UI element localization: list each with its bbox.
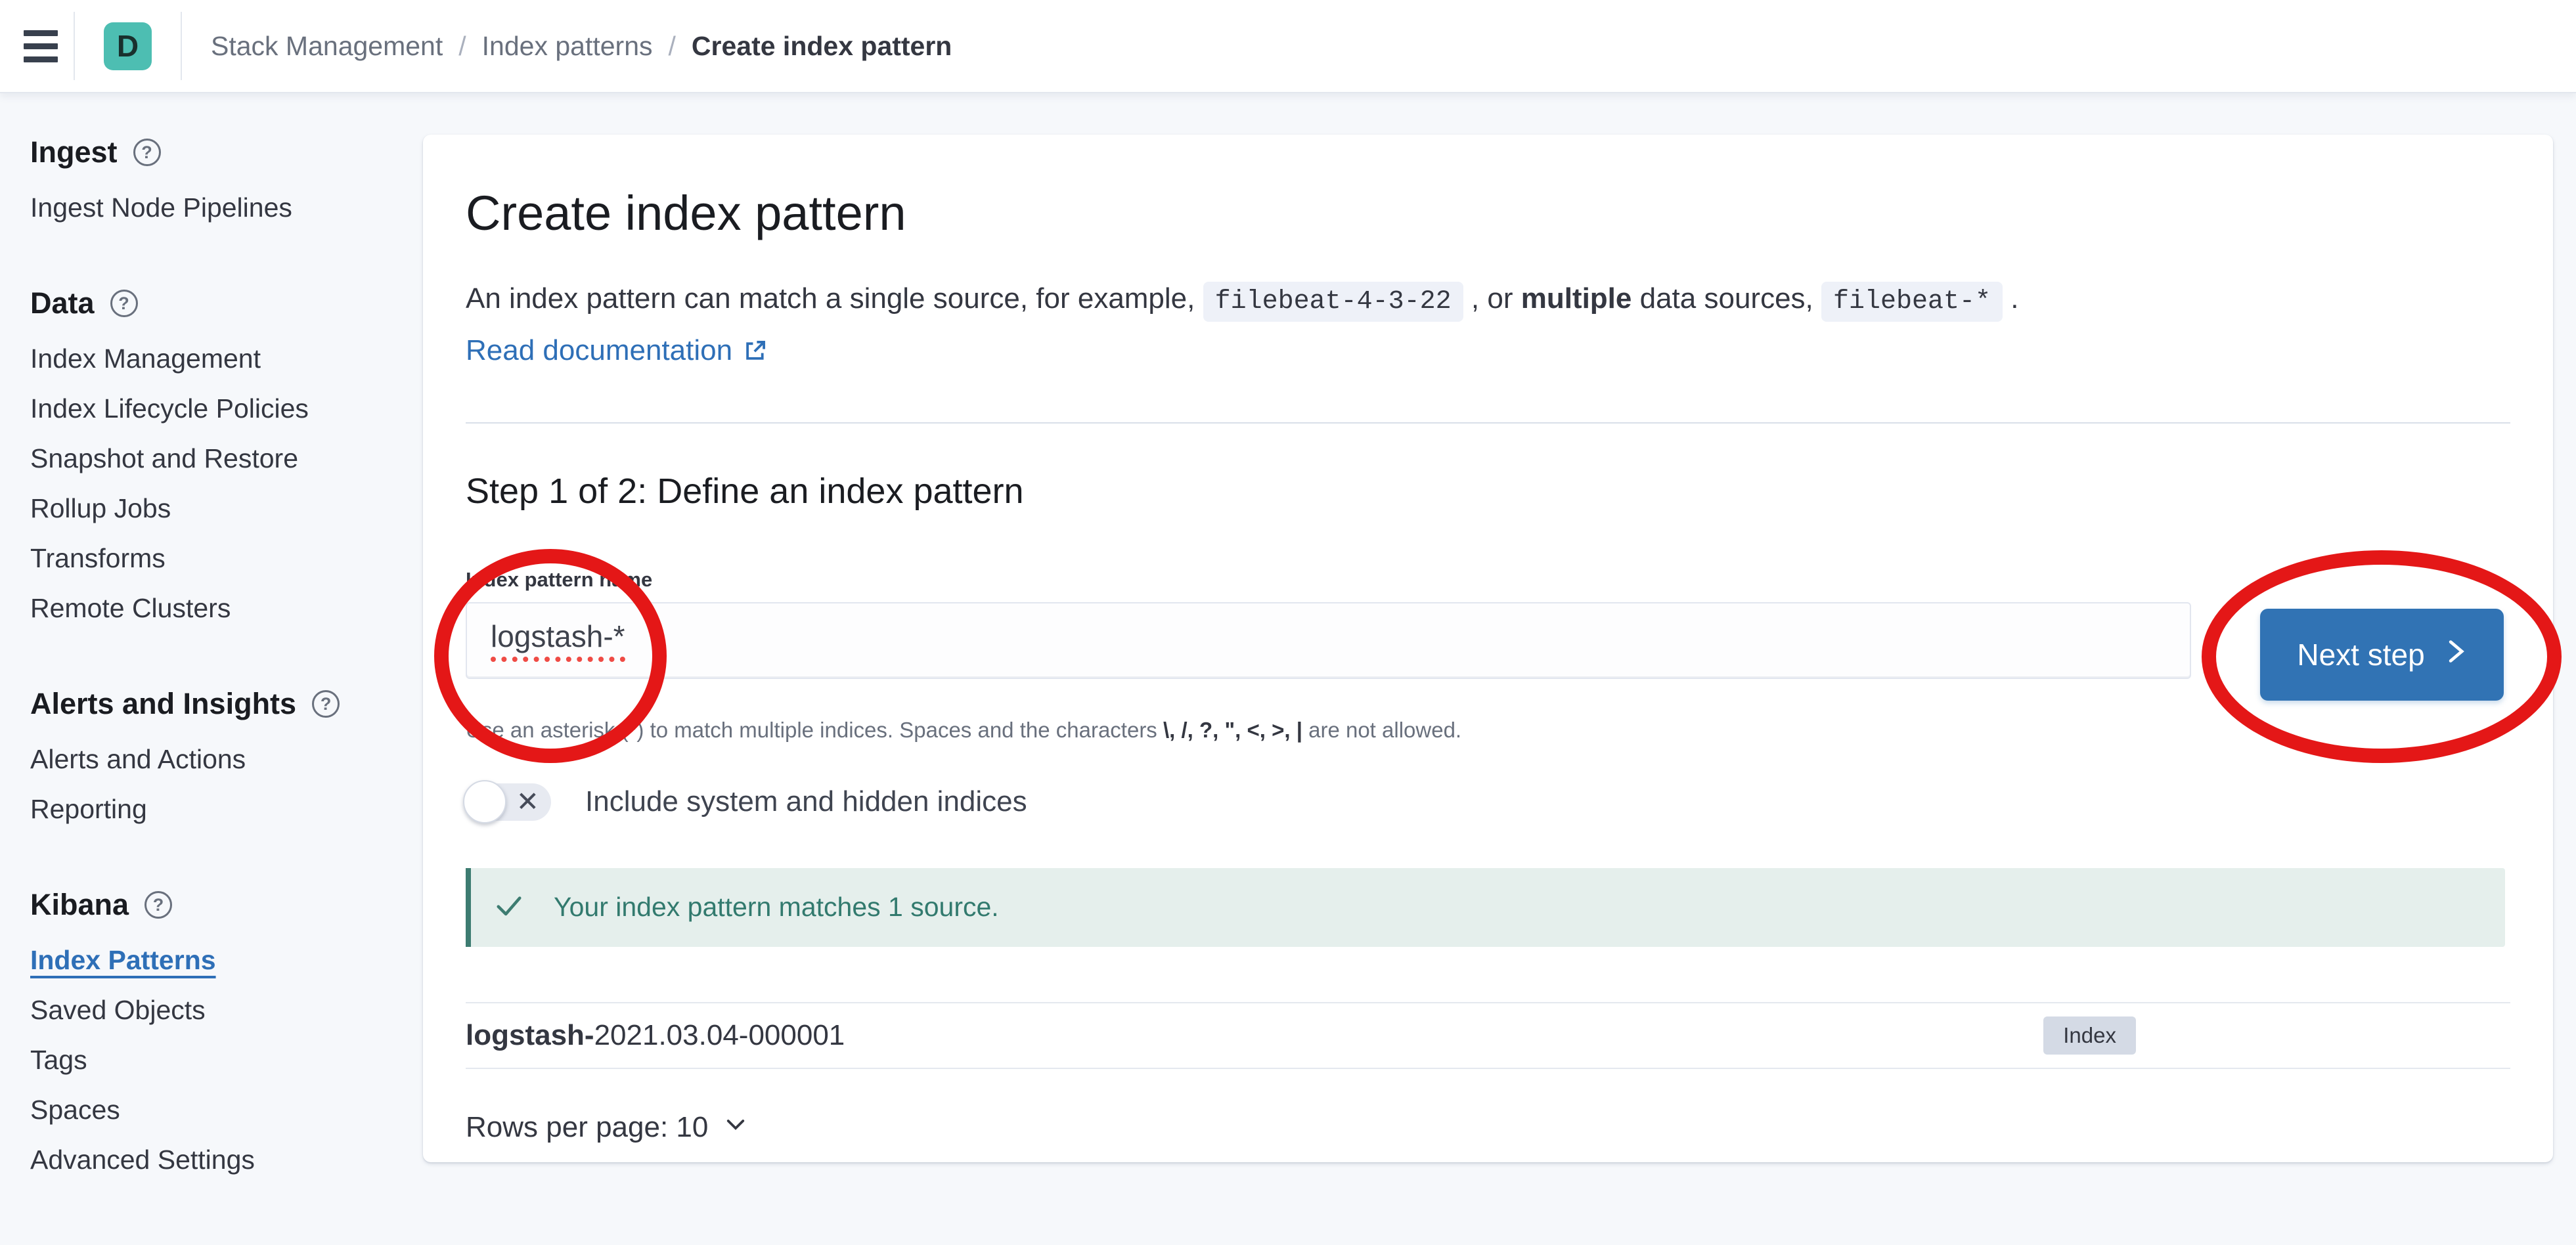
read-documentation-link[interactable]: Read documentation — [466, 334, 768, 367]
breadcrumb-create-index-pattern: Create index pattern — [692, 31, 952, 62]
index-name-suffix: 2021.03.04-000001 — [594, 1019, 845, 1051]
index-pattern-input[interactable]: logstash-* — [466, 602, 2191, 679]
read-documentation-label: Read documentation — [466, 334, 732, 367]
header-divider — [74, 12, 75, 80]
chevron-right-icon — [2445, 637, 2467, 672]
index-pattern-form-row: logstash-* Next step — [466, 602, 2510, 701]
include-hidden-indices-row: ✕ Include system and hidden indices — [466, 783, 2510, 821]
section-divider — [466, 422, 2510, 424]
success-callout: Your index pattern matches 1 source. — [466, 868, 2505, 947]
toggle-knob — [463, 780, 506, 823]
rows-per-page-control[interactable]: Rows per page: 10 — [466, 1111, 749, 1145]
include-hidden-indices-label: Include system and hidden indices — [585, 785, 1027, 818]
index-name-cell: logstash-2021.03.04-000001 — [466, 1019, 2043, 1052]
intro-text: . — [2003, 282, 2018, 315]
toggle-off-x-icon: ✕ — [516, 788, 539, 816]
sidebar-section-alerts-insights: Alerts and Insights ? Alerts and Actions… — [30, 687, 407, 825]
help-text-part: are not allowed. — [1302, 718, 1461, 742]
chevron-down-icon — [722, 1111, 749, 1145]
sidebar-heading-kibana: Kibana — [30, 888, 129, 922]
index-name-prefix: logstash- — [466, 1019, 594, 1051]
step-heading: Step 1 of 2: Define an index pattern — [466, 471, 2510, 512]
breadcrumb: Stack Management / Index patterns / Crea… — [211, 31, 952, 62]
sidebar-item-index-patterns[interactable]: Index Patterns — [30, 944, 407, 976]
sidebar-heading-alerts-and-insights: Alerts and Insights — [30, 687, 296, 721]
intro-text: data sources, — [1632, 282, 1821, 315]
index-pattern-input-value: logstash-* — [491, 619, 625, 662]
sidebar-item-index-management[interactable]: Index Management — [30, 343, 407, 374]
sidebar-section-data: Data ? Index Management Index Lifecycle … — [30, 286, 407, 624]
next-step-button[interactable]: Next step — [2260, 609, 2504, 701]
sidebar-item-tags[interactable]: Tags — [30, 1044, 407, 1076]
sidebar-heading-data: Data — [30, 286, 95, 320]
help-text-part: Use an asterisk (*) to match multiple in… — [466, 718, 1163, 742]
sidebar-item-reporting[interactable]: Reporting — [30, 793, 407, 825]
help-icon[interactable]: ? — [312, 690, 340, 718]
sidebar-item-index-lifecycle-policies[interactable]: Index Lifecycle Policies — [30, 393, 407, 424]
table-row-divider — [466, 1068, 2510, 1069]
sidebar-item-saved-objects[interactable]: Saved Objects — [30, 994, 407, 1026]
sidebar-item-transforms[interactable]: Transforms — [30, 542, 407, 574]
breadcrumb-stack-management[interactable]: Stack Management — [211, 31, 443, 62]
index-pattern-name-label: Index pattern name — [466, 568, 2510, 592]
breadcrumb-index-patterns[interactable]: Index patterns — [482, 31, 653, 62]
include-hidden-indices-toggle[interactable]: ✕ — [466, 783, 551, 821]
success-callout-text: Your index pattern matches 1 source. — [554, 892, 999, 923]
input-help-text: Use an asterisk (*) to match multiple in… — [466, 718, 2510, 743]
rows-per-page-label: Rows per page: 10 — [466, 1111, 708, 1144]
check-icon — [492, 888, 526, 926]
help-text-disallowed-chars: \, /, ?, ", <, >, | — [1163, 718, 1302, 742]
create-index-pattern-panel: Create index pattern An index pattern ca… — [423, 135, 2553, 1162]
index-type-badge: Index — [2043, 1016, 2136, 1055]
top-header: D Stack Management / Index patterns / Cr… — [0, 0, 2576, 93]
sidebar-item-spaces[interactable]: Spaces — [30, 1094, 407, 1125]
sidebar-item-snapshot-and-restore[interactable]: Snapshot and Restore — [30, 443, 407, 474]
external-link-icon — [743, 338, 768, 363]
help-icon[interactable]: ? — [133, 139, 161, 166]
table-row: logstash-2021.03.04-000001 Index — [466, 1003, 2510, 1068]
sidebar-item-remote-clusters[interactable]: Remote Clusters — [30, 592, 407, 624]
sidebar-section-kibana: Kibana ? Index Patterns Saved Objects Ta… — [30, 888, 407, 1175]
breadcrumb-separator: / — [669, 31, 676, 62]
code-sample-single-source: filebeat-4-3-22 — [1203, 282, 1463, 322]
menu-icon[interactable] — [8, 0, 74, 93]
intro-text: An index pattern can match a single sour… — [466, 282, 1203, 315]
code-sample-wildcard: filebeat-* — [1821, 282, 2003, 322]
sidebar-item-advanced-settings[interactable]: Advanced Settings — [30, 1144, 407, 1175]
sidebar-item-ingest-node-pipelines[interactable]: Ingest Node Pipelines — [30, 192, 407, 223]
sidebar-section-ingest: Ingest ? Ingest Node Pipelines — [30, 135, 407, 223]
header-divider — [181, 12, 182, 80]
intro-text: , or — [1463, 282, 1521, 315]
sidebar-heading-ingest: Ingest — [30, 135, 118, 169]
breadcrumb-separator: / — [458, 31, 466, 62]
intro-bold-multiple: multiple — [1521, 282, 1632, 315]
sidebar-item-alerts-and-actions[interactable]: Alerts and Actions — [30, 743, 407, 775]
next-step-label: Next step — [2297, 637, 2424, 672]
intro-paragraph: An index pattern can match a single sour… — [466, 277, 2510, 324]
page-title: Create index pattern — [466, 185, 2510, 243]
space-avatar[interactable]: D — [104, 22, 152, 70]
management-sidebar: Ingest ? Ingest Node Pipelines Data ? In… — [0, 93, 420, 1238]
sidebar-item-rollup-jobs[interactable]: Rollup Jobs — [30, 492, 407, 524]
help-icon[interactable]: ? — [144, 891, 172, 919]
help-icon[interactable]: ? — [110, 290, 138, 317]
